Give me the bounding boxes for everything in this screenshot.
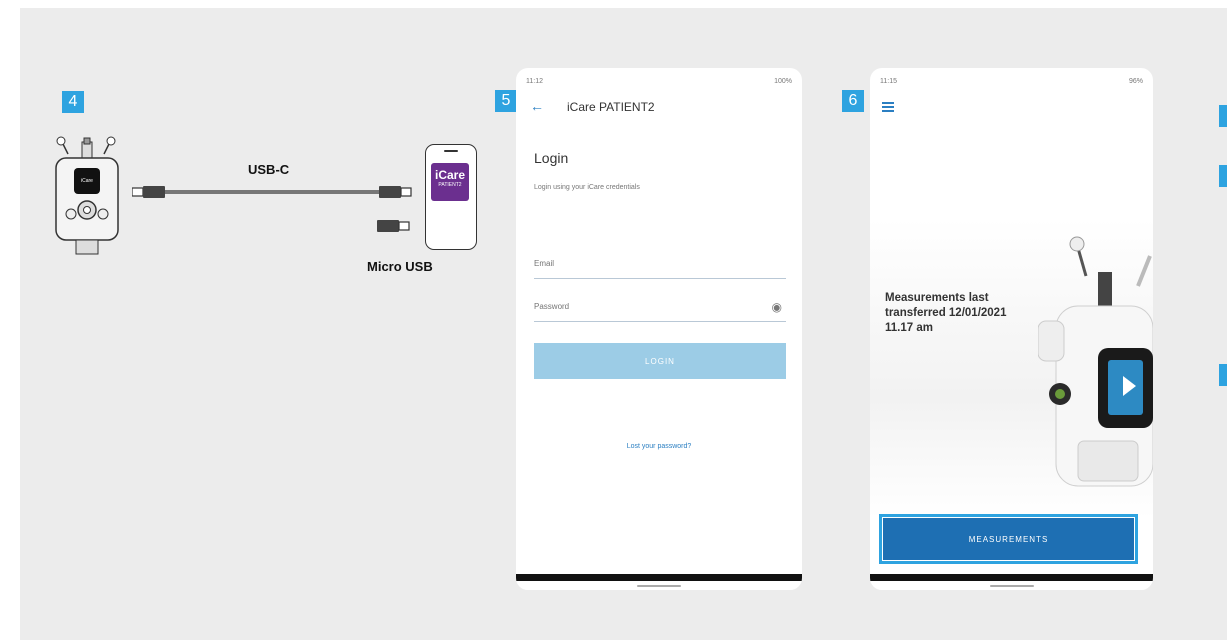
measurements-button[interactable]: MEASUREMENTS — [883, 518, 1134, 560]
back-arrow-icon[interactable]: ← — [530, 98, 544, 114]
svg-text:iCare: iCare — [81, 178, 93, 184]
usb-c-label: USB-C — [248, 162, 290, 177]
status-battery: 100% — [774, 78, 792, 85]
phone-login-screen: 11:12 100% ← iCare PATIENT2 Login Login … — [516, 68, 802, 590]
usb-cable-illustration — [132, 186, 412, 232]
instruction-panel: 4 iCare USB-C Micro USB iCare PATIENT2 5… — [20, 8, 1227, 640]
app-title: iCare PATIENT2 — [567, 100, 655, 114]
tonometer-photo — [1038, 236, 1153, 487]
step-6-badge: 6 — [842, 90, 864, 112]
status-bar: 11:15 96% — [880, 78, 1143, 85]
home-indicator[interactable] — [989, 585, 1034, 587]
next-step-marker — [1219, 165, 1227, 187]
email-field[interactable] — [534, 251, 786, 279]
smartphone-illustration: iCare PATIENT2 — [425, 144, 477, 250]
micro-usb-label: Micro USB — [367, 259, 433, 274]
login-button[interactable]: LOGIN — [534, 343, 786, 379]
next-step-marker — [1219, 105, 1227, 127]
icare-app-icon: iCare PATIENT2 — [431, 163, 469, 201]
status-time: 11:15 — [880, 78, 897, 85]
login-subtitle: Login using your iCare credentials — [534, 184, 640, 191]
step-5-badge: 5 — [495, 90, 517, 112]
password-input[interactable] — [534, 302, 744, 311]
status-time: 11:12 — [526, 78, 543, 85]
system-nav-bar — [516, 574, 802, 590]
last-transfer-message: Measurements last transferred 12/01/2021… — [885, 292, 1007, 334]
status-battery: 96% — [1128, 78, 1143, 85]
step-4-badge: 4 — [62, 91, 84, 113]
status-bar: 11:12 100% — [526, 78, 792, 85]
email-input[interactable] — [534, 259, 744, 268]
login-heading: Login — [534, 150, 569, 166]
eye-icon[interactable]: ◉ — [772, 300, 782, 314]
next-step-marker — [1219, 364, 1227, 386]
phone-home-screen: 11:15 96% Measurements last transferred … — [870, 68, 1153, 590]
home-indicator[interactable] — [637, 585, 681, 587]
tonometer-device-illustration: iCare — [55, 136, 119, 255]
forgot-password-link[interactable]: Lost your password? — [516, 443, 802, 450]
system-nav-bar — [870, 574, 1153, 590]
menu-icon[interactable] — [882, 102, 894, 114]
password-field[interactable]: ◉ — [534, 294, 786, 322]
